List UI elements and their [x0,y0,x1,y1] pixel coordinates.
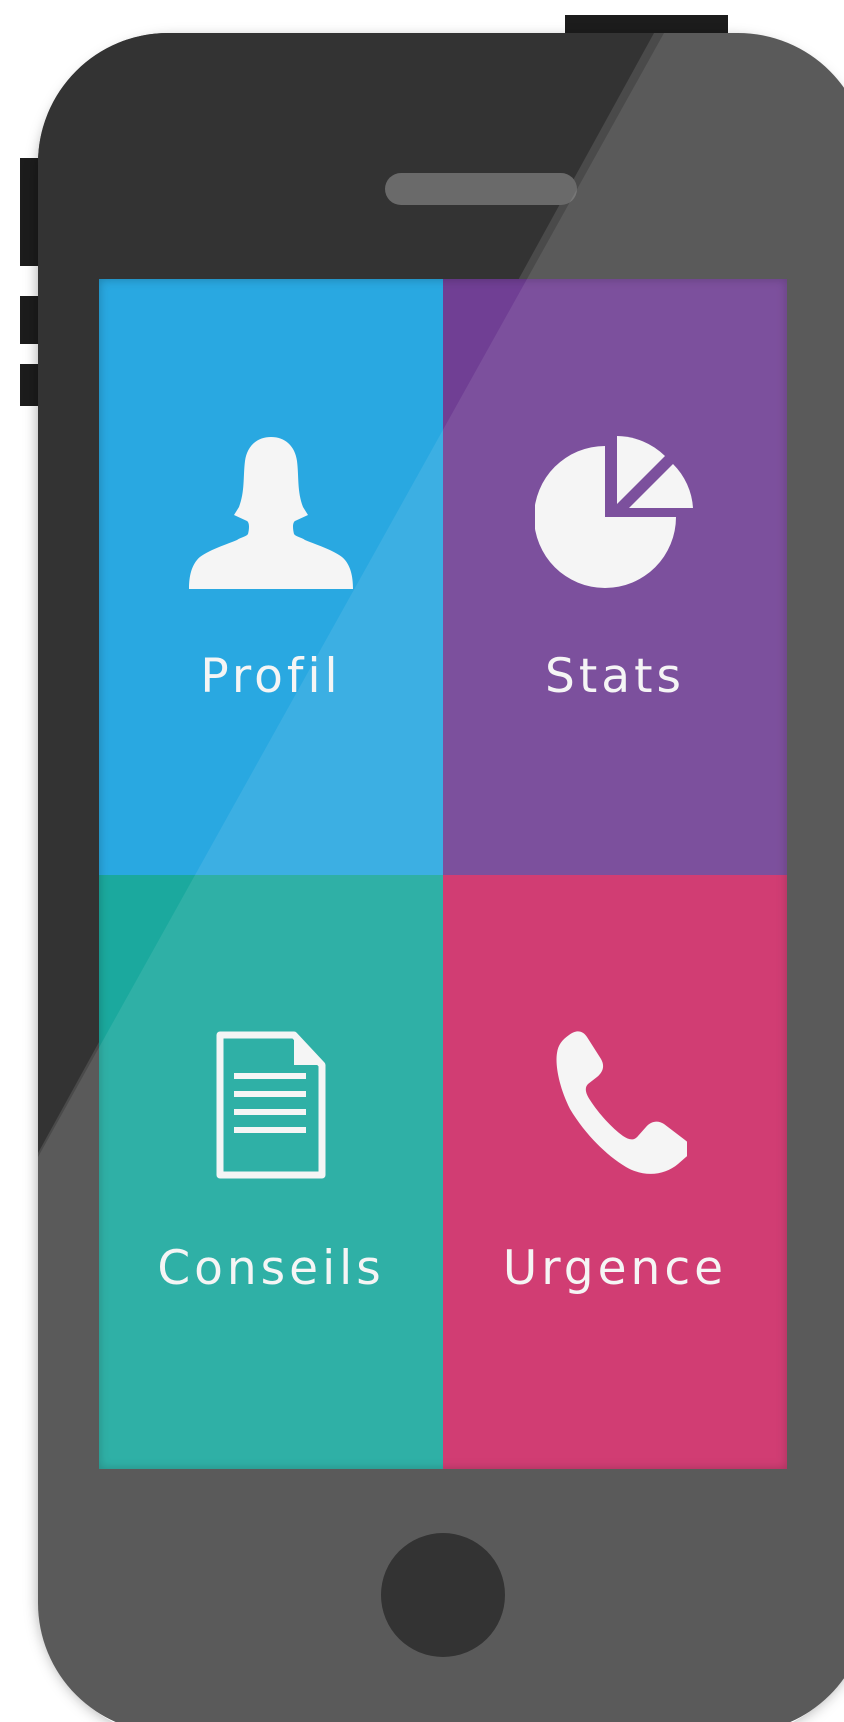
tile-conseils[interactable]: Conseils [99,875,443,1469]
app-screen: Profil Stats Conseils Urgence [99,279,787,1469]
phone-icon [556,1031,687,1174]
power-button [565,15,728,35]
tile-label-stats: Stats [545,649,685,704]
home-button[interactable] [381,1533,505,1657]
tile-profil[interactable]: Profil [99,279,443,875]
phone-mockup: Profil Stats Conseils Urgence [0,0,844,1722]
tile-label-profil: Profil [200,649,342,704]
pie-chart-icon [535,436,693,588]
tile-label-conseils: Conseils [157,1241,385,1296]
tile-urgence[interactable]: Urgence [443,875,787,1469]
document-icon [216,1031,326,1179]
tile-stats[interactable]: Stats [443,279,787,875]
earpiece-speaker [385,173,577,205]
user-icon [189,437,353,589]
tile-label-urgence: Urgence [502,1241,728,1296]
